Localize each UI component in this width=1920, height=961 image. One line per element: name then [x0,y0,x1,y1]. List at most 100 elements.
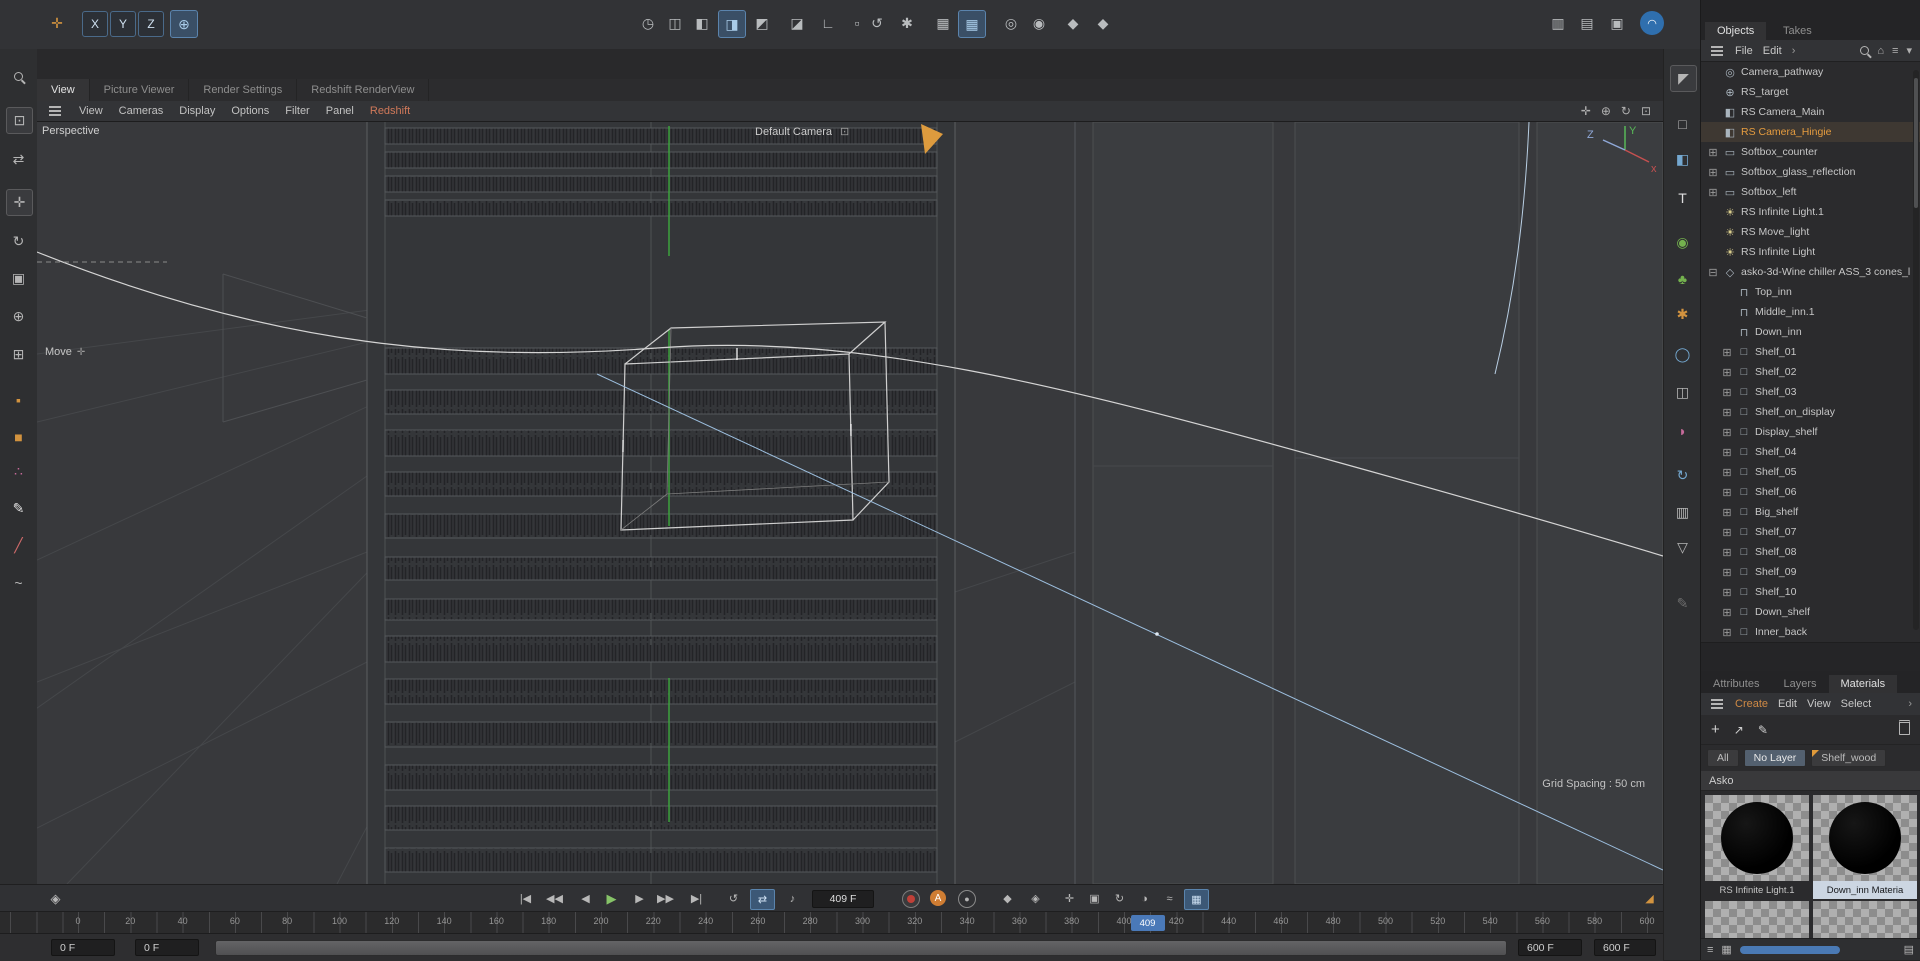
tab-redshift-renderview[interactable]: Redshift RenderView [297,79,430,101]
ramp-button[interactable]: ⇄ [750,889,775,910]
object-row[interactable]: ⊞ Shelf_08 [1701,542,1920,562]
rotate-band-icon[interactable]: ◎ [998,10,1024,36]
sound-button[interactable]: ♪ [781,889,804,908]
jump-end-button[interactable]: ▶| [685,889,708,908]
snap-key-button[interactable]: ▦ [1184,889,1209,910]
record-scale-icon[interactable]: ▣ [1083,889,1106,908]
list-view-icon[interactable]: ≡ [1707,944,1713,956]
filter-no-layer-button[interactable]: No Layer [1743,749,1807,767]
menu-panel[interactable]: Panel [326,105,354,117]
menu-view[interactable]: View [79,105,103,117]
layout-icon[interactable]: ▤ [1574,10,1600,36]
reset-psr-icon[interactable]: ↺ [864,10,890,36]
expand-toggle-icon[interactable]: ⊞ [1721,486,1733,499]
add-icon[interactable]: + [1711,721,1720,738]
material-thumbnail[interactable] [1813,901,1917,938]
tab-picture-viewer[interactable]: Picture Viewer [90,79,190,101]
object-row[interactable]: ⊞ Softbox_left [1701,182,1920,202]
expand-toggle-icon[interactable]: ⊞ [1721,566,1733,579]
object-row[interactable]: ⊞ Down_shelf [1701,602,1920,622]
object-row[interactable]: ⊞ Shelf_on_display [1701,402,1920,422]
spline-pen-icon[interactable]: ~ [6,570,31,595]
tab-attributes[interactable]: Attributes [1701,675,1771,693]
expand-toggle-icon[interactable]: ⊞ [1721,446,1733,459]
world-coordinate-icon[interactable]: ⊕ [170,10,198,38]
object-row[interactable]: ⊞ Softbox_counter [1701,142,1920,162]
material-thumbnail[interactable] [1705,795,1809,881]
filter-all-button[interactable]: All [1707,749,1739,767]
grid-view-icon[interactable]: ▦ [1721,943,1731,956]
dolly-icon[interactable]: ⊕ [1601,104,1611,118]
axis-x-button[interactable]: X [82,11,108,37]
detail-view-icon[interactable]: ▤ [1904,943,1914,956]
range-start-field-2[interactable]: 0 F [135,939,199,956]
hamburger-icon[interactable] [1711,703,1723,705]
expand-toggle-icon[interactable]: ⊞ [1721,626,1733,639]
gear-icon[interactable]: ✱ [894,10,920,36]
material-thumbnail[interactable] [1705,901,1809,938]
range-end-field[interactable]: 600 F [1518,939,1582,956]
text-primitive-icon[interactable]: T [1670,185,1695,210]
object-row[interactable]: Camera_pathway [1701,62,1920,82]
object-row[interactable]: ⊞ Shelf_04 [1701,442,1920,462]
asset-badge-icon-1[interactable]: ◆ [1060,10,1086,36]
object-row[interactable]: RS Infinite Light.1 [1701,202,1920,222]
next-key-button[interactable]: ▶▶ [654,889,677,908]
playhead[interactable]: 409 [1130,915,1165,931]
tab-layers[interactable]: Layers [1771,675,1828,693]
scale-tool-icon[interactable]: ▣ [6,266,31,291]
expand-toggle-icon[interactable]: ⊞ [1707,146,1719,159]
key-diamond2-button[interactable]: ◈ [1024,889,1047,908]
expand-toggle-icon[interactable]: ⊞ [1721,426,1733,439]
capsule-icon[interactable]: ◠ [1640,11,1664,35]
axis-y-button[interactable]: Y [110,11,136,37]
tab-render-settings[interactable]: Render Settings [189,79,298,101]
object-tree[interactable]: Camera_pathway RS_target RS Camera_Main RS … [1701,62,1920,642]
apply-arrow-icon[interactable]: ↗ [1734,723,1744,737]
filter-shelf-wood-button[interactable]: Shelf_wood [1811,749,1887,767]
loop-button[interactable]: ↺ [722,889,745,908]
expand-toggle-icon[interactable]: ⊞ [1721,466,1733,479]
axis-z-button[interactable]: Z [138,11,164,37]
sphere-icon[interactable]: ◉ [1026,10,1052,36]
magnify-tool-icon[interactable] [6,64,31,89]
object-row[interactable]: ⊞ Shelf_01 [1701,342,1920,362]
filter-icon[interactable]: ▾ [1906,44,1912,57]
prev-key-button[interactable]: ◀◀ [543,889,566,908]
expand-toggle-icon[interactable]: ⊞ [1721,366,1733,379]
view-mode-label[interactable]: Perspective [42,125,99,137]
tab-takes[interactable]: Takes [1771,22,1824,40]
object-row[interactable]: ⊞ Shelf_03 [1701,382,1920,402]
menu-create[interactable]: Create [1735,698,1768,710]
range-end-field-2[interactable]: 600 F [1594,939,1656,956]
save-layout-icon[interactable]: ▣ [1604,10,1630,36]
render-region-icon[interactable]: ◫ [662,10,688,36]
object-row[interactable]: RS_target [1701,82,1920,102]
keyframe-ring-button[interactable]: ● [958,890,976,908]
tree-icon[interactable]: ♣ [1670,266,1695,291]
expand-toggle-icon[interactable]: ⊞ [1707,166,1719,179]
list-icon[interactable]: ≡ [1892,45,1898,57]
camera-label[interactable]: Default Camera ⊡ [755,125,849,139]
axis-lock-icon[interactable]: ∟ [815,10,841,36]
range-slider[interactable] [215,940,1507,956]
tab-materials[interactable]: Materials [1828,675,1898,693]
paint-tool-icon[interactable]: ∴ [6,459,31,484]
next-frame-button[interactable]: ▶ [628,889,651,908]
expand-toggle-icon[interactable]: ⊞ [1721,406,1733,419]
menu-redshift[interactable]: Redshift [370,105,410,117]
extrude-icon[interactable]: ◫ [1670,380,1695,405]
object-row[interactable]: ⊞ Shelf_10 [1701,582,1920,602]
coordinate-system-icon[interactable]: ✛ [44,10,70,36]
menu-options[interactable]: Options [231,105,269,117]
key-diamond-button[interactable]: ◆ [996,889,1019,908]
axis-modify-icon[interactable]: ⊕ [6,304,31,329]
scrollbar-thumb[interactable] [1914,78,1918,208]
record-rotation-icon[interactable]: ↻ [1108,889,1131,908]
key-interpolation-icon[interactable]: ◈ [44,889,67,908]
pen-icon[interactable]: ✎ [1670,591,1695,616]
display-mode-icon[interactable]: ◩ [749,10,775,36]
plane-primitive-icon[interactable]: □ [1670,111,1695,136]
menu-overflow-chevron[interactable]: › [1792,45,1796,57]
object-row[interactable]: ⊞ Shelf_02 [1701,362,1920,382]
